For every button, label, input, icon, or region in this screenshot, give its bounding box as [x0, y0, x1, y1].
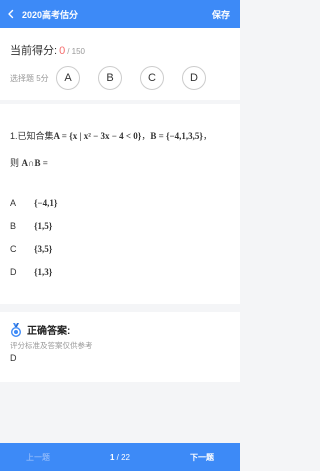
answer-panel: 正确答案: 评分标准及答案仅供参考 D	[0, 312, 240, 382]
option-list: A {−4,1} B {1,5} C {3,5} D {1,3}	[10, 191, 230, 283]
question-number: 1.	[10, 131, 18, 141]
score-total: / 150	[67, 47, 85, 56]
question-line-2: 则 A∩B =	[10, 156, 230, 169]
total-pages: 22	[121, 452, 131, 462]
score-label: 当前得分:	[10, 45, 58, 57]
option-c[interactable]: C {3,5}	[10, 237, 230, 260]
page-title: 2020高考估分	[22, 9, 79, 20]
option-letter: C	[10, 243, 17, 254]
option-text: {−4,1}	[34, 197, 58, 208]
option-a[interactable]: A {−4,1}	[10, 191, 230, 214]
question-type-label: 选择题 5分	[10, 73, 49, 83]
bottom-nav: 上一题 1 / 22 下一题	[0, 443, 240, 471]
option-text: {3,5}	[34, 243, 53, 254]
question-separator: ，	[141, 131, 151, 141]
question-stem: 1. 已知合集 A = {x | x² − 3x − 4 < 0} ， B = …	[10, 130, 230, 142]
score-panel: 当前得分: 0 / 150 选择题 5分 A B C D	[0, 28, 240, 100]
answer-choice-row: 选择题 5分 A B C D	[10, 66, 230, 90]
intersection-expression: A∩B =	[21, 158, 48, 168]
answer-title: 正确答案:	[27, 326, 71, 337]
set-b-expression: B = {−4,1,3,5}	[150, 131, 203, 141]
medal-icon	[11, 322, 21, 337]
question-end: ，	[202, 131, 212, 141]
next-question-button[interactable]: 下一题	[190, 452, 214, 463]
choice-d-button[interactable]: D	[182, 66, 206, 90]
choice-b-button[interactable]: B	[98, 66, 122, 90]
option-letter: B	[10, 220, 17, 231]
save-button[interactable]: 保存	[212, 8, 240, 21]
previous-question-button[interactable]: 上一题	[26, 452, 50, 463]
set-a-expression: A = {x | x² − 3x − 4 < 0}	[53, 131, 142, 141]
question-prefix: 已知合集	[17, 131, 54, 141]
answer-value: D	[10, 353, 17, 363]
page-indicator: 1 / 22	[110, 453, 130, 462]
choice-a-button[interactable]: A	[56, 66, 80, 90]
option-letter: D	[10, 266, 17, 277]
score-line: 当前得分: 0 / 150	[10, 42, 230, 58]
back-button[interactable]	[0, 0, 22, 28]
option-text: {1,3}	[34, 266, 53, 277]
choice-c-button[interactable]: C	[140, 66, 164, 90]
option-text: {1,5}	[34, 220, 53, 231]
score-value: 0	[59, 45, 66, 57]
question-line2-prefix: 则	[10, 158, 20, 168]
option-d[interactable]: D {1,3}	[10, 260, 230, 283]
answer-header: 正确答案:	[10, 322, 230, 337]
question-panel: 1. 已知合集 A = {x | x² − 3x − 4 < 0} ， B = …	[0, 104, 240, 304]
option-b[interactable]: B {1,5}	[10, 214, 230, 237]
chevron-left-icon	[8, 9, 14, 19]
answer-note: 评分标准及答案仅供参考	[10, 341, 93, 350]
option-letter: A	[10, 197, 17, 208]
top-bar: 2020高考估分 保存	[0, 0, 240, 28]
